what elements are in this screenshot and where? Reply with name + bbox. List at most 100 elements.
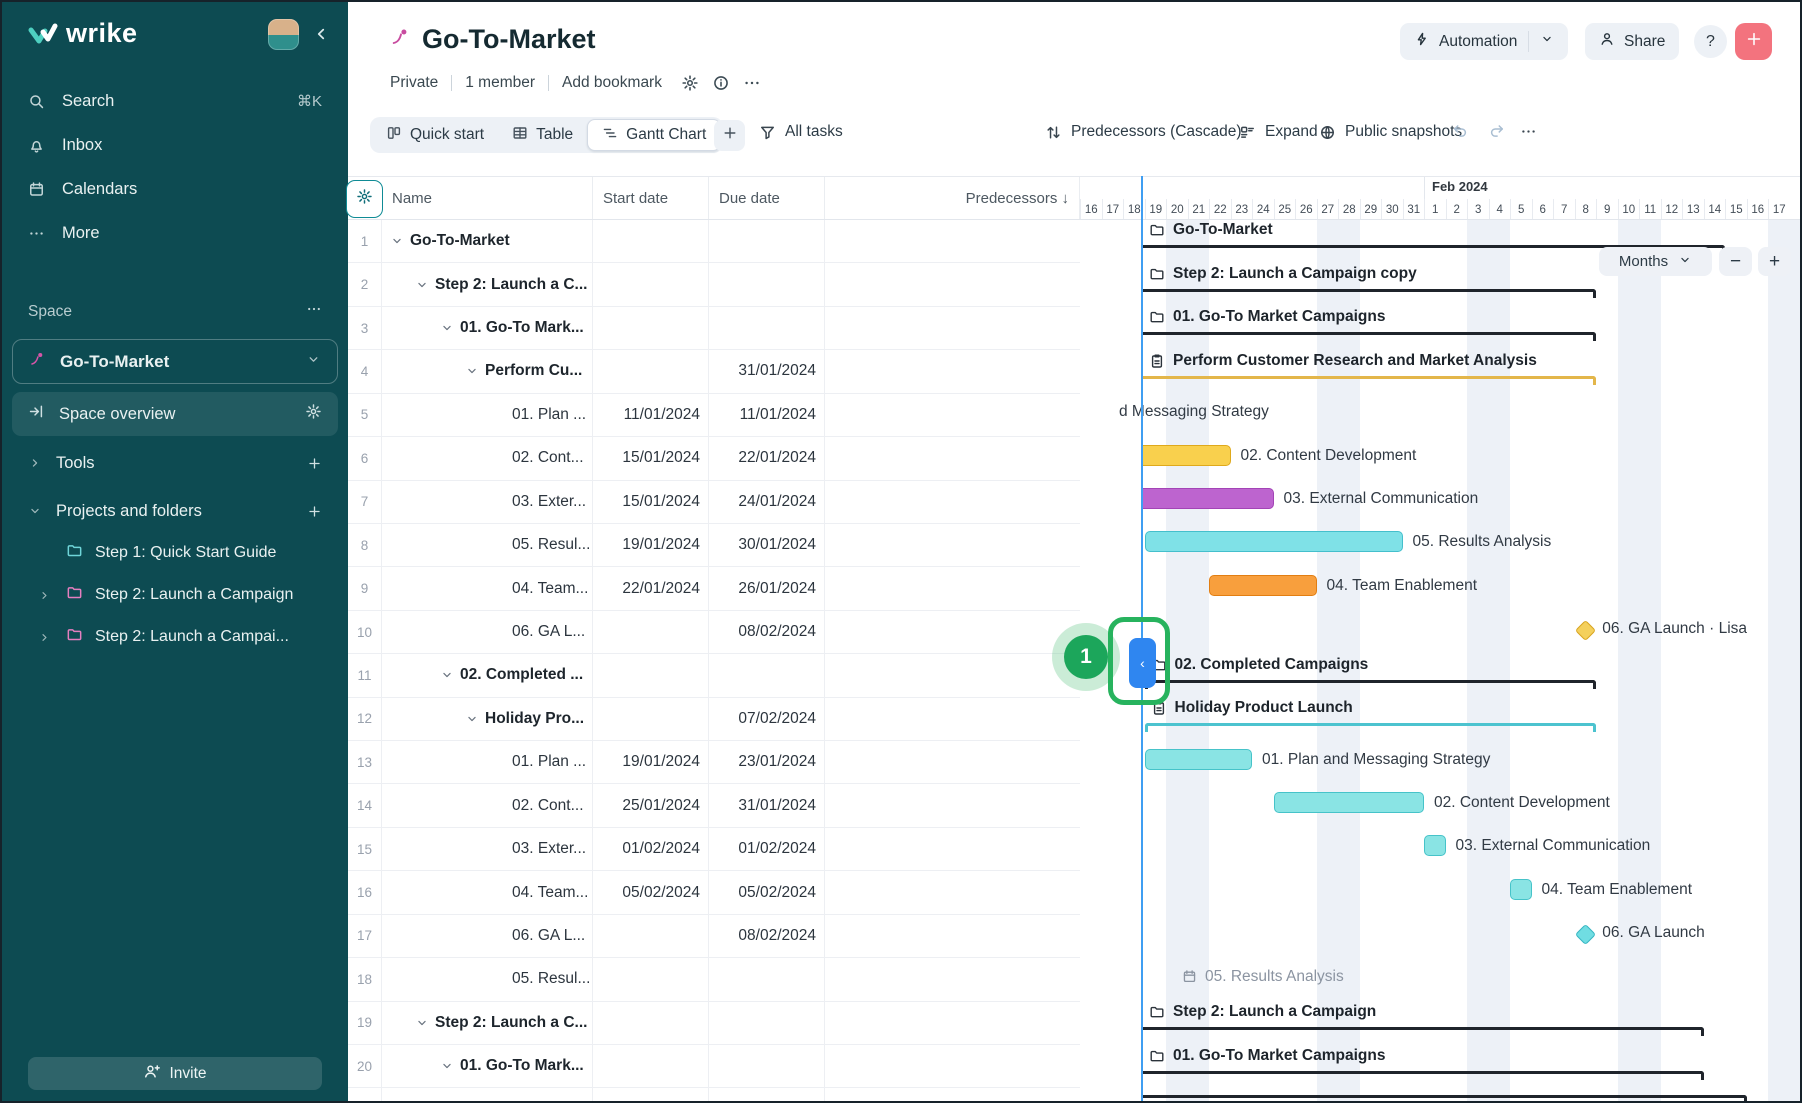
predecessors-cell[interactable] [825,220,1080,262]
task-name-cell[interactable]: Go-To-Market [382,220,593,262]
start-date-cell[interactable] [593,654,709,696]
start-date-cell[interactable] [593,220,709,262]
task-name-cell[interactable]: 05. Resul... [382,958,593,1000]
zoom-out-button[interactable]: − [1719,247,1752,276]
table-row[interactable]: 1805. Resul... [348,958,1080,1001]
sidebar-item-more[interactable]: More [2,211,348,255]
predecessors-sort-button[interactable]: Predecessors (Cascade) [1045,123,1242,141]
task-name-cell[interactable]: 01. Go-To Mark... [382,1045,593,1087]
due-date-cell[interactable] [709,1002,825,1044]
due-date-cell[interactable]: 23/01/2024 [709,741,825,783]
predecessors-cell[interactable] [825,958,1080,1000]
start-date-cell[interactable]: 11/01/2024 [593,394,709,436]
due-date-cell[interactable]: 31/01/2024 [709,784,825,826]
due-date-cell[interactable] [709,958,825,1000]
sidebar-item-tools[interactable]: Tools [2,442,348,484]
table-row[interactable] [348,1088,1080,1101]
zoom-in-button[interactable]: + [1758,247,1791,276]
task-name-cell[interactable]: 06. GA L... [382,915,593,957]
predecessors-cell[interactable] [825,1045,1080,1087]
tab-quick-start[interactable]: Quick start [372,119,498,151]
task-name-cell[interactable]: 02. Completed ... [382,654,593,696]
table-row[interactable]: 19Step 2: Launch a C... [348,1002,1080,1045]
due-date-cell[interactable]: 22/01/2024 [709,437,825,479]
predecessors-cell[interactable] [825,741,1080,783]
start-date-cell[interactable] [593,1088,709,1101]
sidebar-item-calendars[interactable]: Calendars [2,167,348,211]
start-date-cell[interactable] [593,698,709,740]
gantt-bar[interactable] [1510,879,1532,900]
predecessors-cell[interactable] [825,915,1080,957]
summary-bar[interactable] [1143,332,1596,341]
task-name-cell[interactable]: Step 2: Launch a C... [382,1002,593,1044]
predecessors-cell[interactable] [825,307,1080,349]
table-row[interactable]: 602. Cont...15/01/202422/01/2024 [348,437,1080,480]
summary-bar[interactable] [1143,1071,1704,1080]
start-date-cell[interactable]: 15/01/2024 [593,437,709,479]
table-row[interactable]: 1102. Completed ... [348,654,1080,697]
predecessors-cell[interactable] [825,394,1080,436]
predecessors-cell[interactable] [825,828,1080,870]
task-name-cell[interactable]: 03. Exter... [382,828,593,870]
due-date-cell[interactable] [709,307,825,349]
predecessors-cell[interactable] [825,871,1080,913]
task-name-cell[interactable]: 05. Resul... [382,524,593,566]
gantt-bar[interactable] [1143,445,1231,466]
automation-button[interactable]: Automation [1400,23,1568,60]
due-date-cell[interactable]: 30/01/2024 [709,524,825,566]
start-date-cell[interactable]: 05/02/2024 [593,871,709,913]
due-date-cell[interactable]: 08/02/2024 [709,915,825,957]
invite-button[interactable]: Invite [28,1057,322,1090]
predecessors-cell[interactable] [825,263,1080,305]
table-row[interactable]: 904. Team...22/01/202426/01/2024 [348,567,1080,610]
table-row[interactable]: 1706. GA L...08/02/2024 [348,915,1080,958]
undo-button[interactable] [1452,123,1469,140]
chevron-down-icon[interactable] [1540,32,1554,51]
add-project-button[interactable] [307,504,322,519]
zoom-level-select[interactable]: Months [1599,247,1712,276]
sidebar-item-space-overview[interactable]: Space overview [12,392,338,436]
filter-all-tasks-button[interactable]: All tasks [759,123,843,141]
table-row[interactable]: 4Perform Cu...31/01/2024 [348,350,1080,393]
task-name-cell[interactable] [382,1088,593,1101]
gantt-bar[interactable] [1209,575,1317,596]
predecessors-cell[interactable] [825,437,1080,479]
sidebar-item-projects-and-folders[interactable]: Projects and folders [2,490,348,532]
sidebar-project-item[interactable]: Step 2: Launch a Campaign [2,574,348,616]
sidebar-project-item[interactable]: Step 2: Launch a Campai... [2,616,348,658]
summary-bar[interactable] [1143,1027,1704,1036]
gantt-bar[interactable] [1145,531,1403,552]
more-options-icon[interactable] [743,74,761,92]
table-row[interactable]: 12Holiday Pro...07/02/2024 [348,698,1080,741]
members-label[interactable]: 1 member [465,74,535,92]
start-date-cell[interactable]: 25/01/2024 [593,784,709,826]
summary-bar[interactable] [1143,376,1596,385]
start-date-cell[interactable]: 19/01/2024 [593,524,709,566]
table-row[interactable]: 1301. Plan ...19/01/202423/01/2024 [348,741,1080,784]
start-date-cell[interactable] [593,350,709,392]
predecessors-cell[interactable] [825,1088,1080,1101]
task-name-cell[interactable]: 04. Team... [382,567,593,609]
start-date-cell[interactable] [593,958,709,1000]
add-tool-button[interactable] [307,456,322,471]
public-snapshots-button[interactable]: Public snapshots [1319,123,1462,141]
due-date-cell[interactable]: 01/02/2024 [709,828,825,870]
tab-gantt-chart[interactable]: Gantt Chart [587,119,721,151]
predecessors-cell[interactable] [825,698,1080,740]
add-bookmark-link[interactable]: Add bookmark [562,74,662,92]
column-header-predecessors[interactable]: Predecessors ↓ [825,177,1080,219]
start-date-cell[interactable] [593,915,709,957]
summary-bar[interactable] [1145,680,1597,689]
table-row[interactable]: 1402. Cont...25/01/202431/01/2024 [348,784,1080,827]
predecessors-cell[interactable] [825,567,1080,609]
start-date-cell[interactable] [593,611,709,653]
start-date-cell[interactable] [593,1045,709,1087]
tab-table[interactable]: Table [498,119,587,151]
sidebar-item-inbox[interactable]: Inbox [2,123,348,167]
predecessors-cell[interactable] [825,350,1080,392]
space-menu-button[interactable] [306,301,322,322]
help-button[interactable]: ? [1694,25,1727,58]
due-date-cell[interactable] [709,654,825,696]
table-row[interactable]: 2Step 2: Launch a C... [348,263,1080,306]
column-settings-button[interactable] [346,180,383,218]
